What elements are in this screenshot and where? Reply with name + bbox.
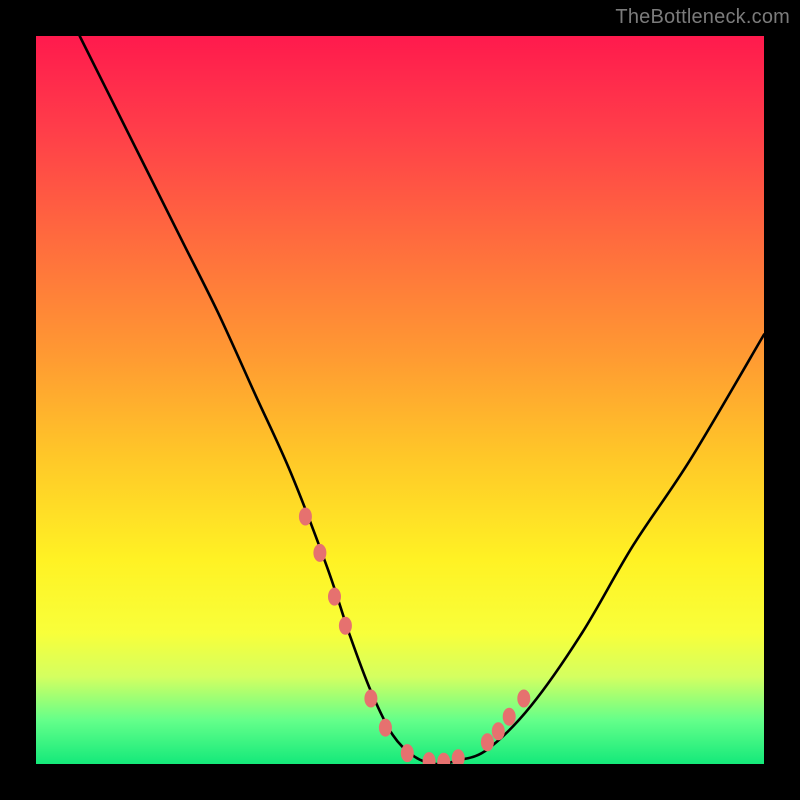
marker-dot (423, 752, 436, 764)
chart-frame: TheBottleneck.com (0, 0, 800, 800)
marker-group (299, 508, 530, 765)
marker-dot (364, 690, 377, 708)
curve-svg (36, 36, 764, 764)
marker-dot (492, 722, 505, 740)
marker-dot (299, 508, 312, 526)
bottleneck-curve (80, 36, 764, 764)
marker-dot (503, 708, 516, 726)
marker-dot (313, 544, 326, 562)
marker-dot (339, 617, 352, 635)
marker-dot (401, 744, 414, 762)
marker-dot (437, 753, 450, 764)
plot-area (36, 36, 764, 764)
marker-dot (517, 690, 530, 708)
watermark-text: TheBottleneck.com (615, 6, 790, 29)
marker-dot (452, 749, 465, 764)
marker-dot (481, 733, 494, 751)
marker-dot (328, 588, 341, 606)
marker-dot (379, 719, 392, 737)
